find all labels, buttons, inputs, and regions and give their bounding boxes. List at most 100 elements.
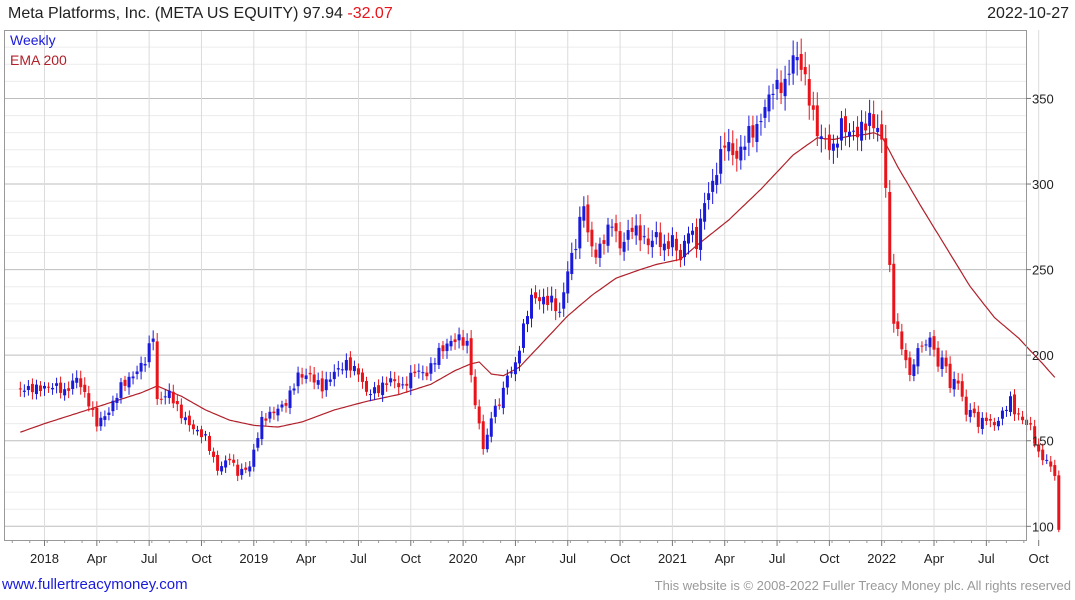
candle-body	[276, 408, 280, 416]
candle-body	[743, 146, 747, 150]
x-axis: 2018 Apr Jul Oct 2019 Apr Jul Oct 2020 Apr Jul Oct 2…	[11, 540, 1050, 566]
candle-body	[783, 78, 787, 97]
candle-body	[332, 371, 336, 380]
x-tick-label: Oct	[1029, 551, 1050, 566]
candle-body	[908, 357, 912, 375]
candle-body	[397, 383, 401, 388]
candle-body	[405, 383, 409, 386]
candle-body	[562, 292, 566, 309]
candle-body	[208, 435, 212, 451]
legend-ema: EMA 200	[10, 52, 67, 68]
candle-body	[980, 417, 984, 429]
candle-body	[755, 124, 759, 142]
candle-body	[618, 231, 622, 249]
candle-body	[308, 372, 312, 375]
candle-body	[441, 345, 445, 352]
candle-body	[493, 405, 497, 417]
candle-body	[811, 105, 815, 110]
candle-body	[312, 374, 316, 383]
candle-body	[602, 240, 606, 244]
candle-body	[831, 143, 835, 151]
candle-body	[187, 415, 191, 426]
candle-body	[481, 421, 485, 450]
candle-body	[916, 348, 920, 367]
candle-body	[880, 124, 884, 140]
candle-body	[654, 232, 658, 238]
candle-body	[715, 175, 719, 185]
y-axis: 100 150 200 250 300 350	[1026, 91, 1054, 534]
x-tick-label: Jul	[978, 551, 995, 566]
candle-body	[550, 295, 554, 303]
candle-body	[554, 298, 558, 312]
candle-body	[26, 385, 30, 391]
candle-body	[75, 377, 79, 383]
candle-body	[489, 418, 493, 437]
candle-body	[839, 118, 843, 141]
candle-body	[131, 376, 135, 379]
candle-body	[1013, 394, 1017, 415]
candle-body	[1021, 416, 1025, 421]
candle-body	[819, 136, 823, 140]
candle-body	[445, 343, 449, 352]
candle-body	[473, 376, 477, 406]
candle-body	[610, 226, 614, 228]
candle-body	[703, 203, 707, 222]
x-tick-label: 2020	[449, 551, 478, 566]
candle-body	[848, 131, 851, 137]
website-link[interactable]: www.fullertreacymoney.com	[2, 576, 188, 593]
x-tick-label: Apr	[924, 551, 945, 566]
candle-body	[1004, 409, 1008, 411]
candle-body	[469, 338, 473, 376]
candle-body	[195, 429, 199, 432]
candle-body	[425, 372, 429, 377]
candle-body	[594, 249, 598, 258]
candle-body	[751, 125, 755, 138]
candle-body	[288, 390, 292, 408]
candle-body	[461, 337, 465, 346]
candle-body	[682, 240, 686, 258]
candle-body	[348, 357, 352, 371]
y-tick-label: 250	[1032, 263, 1054, 278]
candle-body	[292, 388, 296, 391]
candle-body	[1057, 475, 1061, 530]
candle-body	[944, 357, 948, 367]
candle-body	[123, 379, 127, 386]
candle-body	[457, 334, 461, 341]
candle-body	[542, 296, 546, 305]
candle-body	[896, 321, 900, 329]
candle-body	[787, 73, 791, 75]
candle-body	[876, 127, 880, 132]
candle-body	[389, 378, 393, 383]
candle-body	[767, 94, 771, 112]
candle-body	[381, 382, 385, 396]
candle-body	[449, 340, 453, 347]
candle-body	[385, 383, 389, 385]
candle-body	[99, 417, 103, 427]
candle-body	[272, 411, 276, 414]
candle-body	[151, 338, 155, 342]
candle-body	[670, 235, 674, 248]
candle-body	[731, 143, 735, 156]
candle-body	[936, 347, 940, 367]
candle-body	[996, 420, 1000, 427]
candle-body	[51, 387, 55, 390]
candle-body	[401, 384, 405, 386]
candle-body	[992, 422, 996, 426]
candle-body	[578, 216, 582, 249]
y-tick-label: 300	[1032, 177, 1054, 192]
candle-body	[296, 372, 300, 387]
candle-body	[835, 143, 839, 148]
candle-body	[244, 467, 248, 470]
candle-body	[485, 434, 489, 450]
y-tick-label: 200	[1032, 348, 1054, 363]
candle-body	[159, 398, 163, 400]
candle-body	[912, 364, 916, 377]
candle-body	[135, 371, 139, 375]
candle-body	[393, 379, 397, 382]
candle-body	[687, 233, 690, 244]
candle-body	[799, 53, 803, 70]
candle-body	[699, 218, 703, 250]
candle-body	[586, 204, 590, 233]
candle-body	[63, 389, 67, 396]
ema-200-line	[20, 132, 1056, 433]
